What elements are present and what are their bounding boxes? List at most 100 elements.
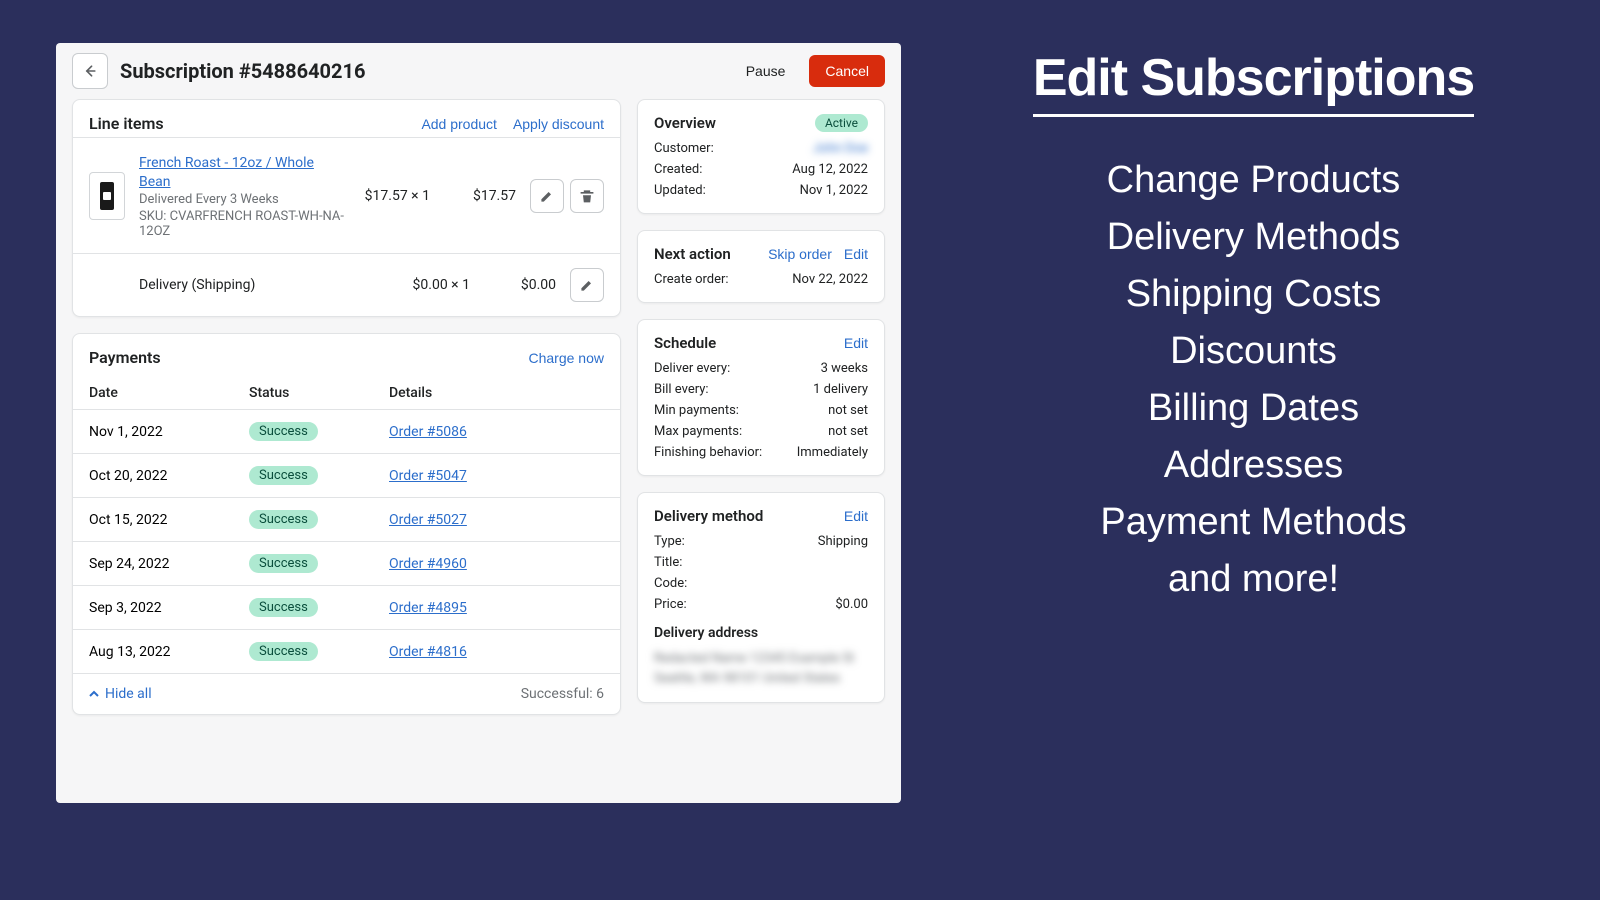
edit-next-action-link[interactable]: Edit [844,246,868,262]
customer-label: Customer: [654,141,714,156]
promo-line: Payment Methods [931,501,1576,544]
pencil-icon [539,188,555,204]
back-button[interactable] [72,53,108,89]
skip-order-link[interactable]: Skip order [768,246,832,262]
overview-card: Overview Active Customer:John Doe Create… [637,99,885,214]
bill-every-value: 1 delivery [813,382,868,397]
payment-order-link[interactable]: Order #4816 [389,644,467,660]
col-status: Status [249,385,389,401]
create-order-label: Create order: [654,272,729,287]
line-total-price: $17.57 [444,188,516,204]
min-payments-value: not set [828,403,868,418]
payment-date: Sep 24, 2022 [89,556,249,572]
payments-successful-count: Successful: 6 [521,686,604,702]
shipping-total: $0.00 [484,277,556,293]
schedule-card: Schedule Edit Deliver every:3 weeks Bill… [637,319,885,476]
product-sku: SKU: CVARFRENCH ROAST-WH-NA-12OZ [139,209,344,239]
payment-date: Oct 20, 2022 [89,468,249,484]
delivery-price-value: $0.00 [835,597,868,612]
line-items-title: Line items [89,114,164,133]
product-thumbnail [89,172,125,220]
main-column: Line items Add product Apply discount Fr… [72,99,621,787]
charge-now-link[interactable]: Charge now [529,350,605,366]
payment-order-link[interactable]: Order #4960 [389,556,467,572]
payment-order-link[interactable]: Order #5027 [389,512,467,528]
shipping-unit: $0.00 × 1 [398,277,470,293]
payment-row: Nov 1, 2022Success Order #5086 [73,409,620,453]
updated-label: Updated: [654,183,706,198]
payments-title: Payments [89,348,161,367]
payment-order-link[interactable]: Order #5086 [389,424,467,440]
delivery-code-label: Code: [654,576,687,591]
page-title: Subscription #5488640216 [120,59,722,83]
edit-schedule-link[interactable]: Edit [844,335,868,351]
pencil-icon [579,277,595,293]
bill-every-label: Bill every: [654,382,709,397]
deliver-every-value: 3 weeks [821,361,868,376]
next-action-title: Next action [654,245,731,263]
delivery-address: Redacted Name 12345 Example St Seattle, … [638,643,884,702]
shipping-row: Delivery (Shipping) $0.00 × 1 $0.00 [73,253,620,316]
delivery-title: Delivery method [654,507,763,525]
payment-status-badge: Success [249,422,318,441]
content: Line items Add product Apply discount Fr… [56,99,901,803]
payment-status-badge: Success [249,598,318,617]
col-details: Details [389,385,604,401]
promo-line: and more! [931,558,1576,601]
promo-line: Change Products [931,159,1576,202]
payment-status-badge: Success [249,642,318,661]
payment-status-badge: Success [249,466,318,485]
promo-line: Addresses [931,444,1576,487]
payment-row: Oct 15, 2022Success Order #5027 [73,497,620,541]
created-label: Created: [654,162,702,177]
line-item-row: French Roast - 12oz / Whole Bean Deliver… [73,137,620,253]
edit-shipping-button[interactable] [570,268,604,302]
payment-order-link[interactable]: Order #4895 [389,600,467,616]
customer-value[interactable]: John Doe [813,141,868,156]
product-link[interactable]: French Roast - 12oz / Whole Bean [139,155,314,190]
pause-button[interactable]: Pause [734,55,798,87]
payment-date: Nov 1, 2022 [89,424,249,440]
trash-icon [579,188,595,204]
next-action-card: Next action Skip order Edit Create order… [637,230,885,303]
app-frame: Subscription #5488640216 Pause Cancel Li… [56,43,901,803]
payment-date: Aug 13, 2022 [89,644,249,660]
hide-all-toggle[interactable]: Hide all [89,686,152,702]
promo-panel: Edit Subscriptions Change Products Delive… [901,0,1600,900]
payment-row: Sep 3, 2022SuccessOrder #4895 [73,585,620,629]
delete-line-button[interactable] [570,179,604,213]
promo-heading: Edit Subscriptions [1033,48,1474,117]
payment-status-badge: Success [249,510,318,529]
payment-row: Aug 13, 2022Success Order #4816 [73,629,620,673]
payment-row: Oct 20, 2022Success Order #5047 [73,453,620,497]
edit-line-button[interactable] [530,179,564,213]
finishing-value: Immediately [797,445,868,460]
schedule-title: Schedule [654,334,716,352]
payments-table-head: Date Status Details [73,371,620,409]
page-header: Subscription #5488640216 Pause Cancel [56,43,901,99]
col-date: Date [89,385,249,401]
promo-line: Billing Dates [931,387,1576,430]
delivery-card: Delivery method Edit Type:Shipping Title… [637,492,885,703]
overview-title: Overview [654,114,716,132]
hide-all-label: Hide all [105,686,152,702]
payments-card: Payments Charge now Date Status Details … [72,333,621,715]
cancel-button[interactable]: Cancel [809,55,885,87]
line-unit-price: $17.57 × 1 [358,188,430,204]
payment-row: Sep 24, 2022SuccessOrder #4960 [73,541,620,585]
add-product-link[interactable]: Add product [421,116,497,132]
delivery-address-title: Delivery address [638,615,884,643]
product-frequency: Delivered Every 3 Weeks [139,192,344,207]
created-value: Aug 12, 2022 [792,162,868,177]
promo-line: Delivery Methods [931,216,1576,259]
payment-date: Oct 15, 2022 [89,512,249,528]
shipping-label: Delivery (Shipping) [139,277,384,293]
create-order-value: Nov 22, 2022 [792,272,868,287]
delivery-title-label: Title: [654,555,682,570]
updated-value: Nov 1, 2022 [800,183,868,198]
edit-delivery-link[interactable]: Edit [844,508,868,524]
apply-discount-link[interactable]: Apply discount [513,116,604,132]
payment-order-link[interactable]: Order #5047 [389,468,467,484]
line-items-card: Line items Add product Apply discount Fr… [72,99,621,317]
finishing-label: Finishing behavior: [654,445,762,460]
